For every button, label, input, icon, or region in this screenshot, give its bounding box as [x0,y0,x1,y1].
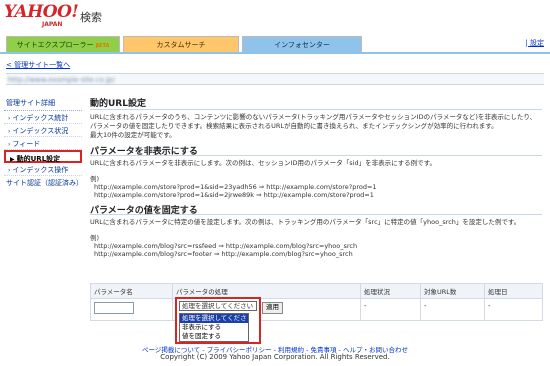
section-fix-desc: URLに含まれるパラメータに特定の値を設定します。次の例は、トラッキング用のパラ… [90,218,521,226]
apply-button[interactable]: 適用 [262,302,283,314]
limit-note: 最大10件の設定が可能です。 [90,131,176,139]
sidebar-site-auth[interactable]: サイト認証（認証済み） [4,176,83,190]
sidebar: 管理サイト詳細 › インデックス統計 › インデックス状況 › フィード ▶ 動的URL… [4,96,83,190]
header-divider [0,52,550,54]
sidebar-item-feed[interactable]: › フィード [4,137,82,150]
col-param-name: パラメータ名 [90,283,173,299]
site-url: http://www.example-site.co.jp/ [8,76,115,84]
back-to-site-list-link[interactable]: < 管理サイト一覧へ [6,60,70,70]
logo-sub-text: JAPAN [42,21,63,28]
table-header-row: パラメータ名 パラメータの処理 処理状況 対象URL数 処理日 [90,283,543,299]
date-cell: - [484,298,543,321]
sidebar-item-dynamic-url[interactable]: ▶ 動的URL設定 [4,150,82,163]
tab-label: カスタムサーチ [156,41,206,49]
option-fix-value[interactable]: 値を固定する [180,332,248,341]
sidebar-item-index-stats[interactable]: › インデックス統計 [4,111,82,124]
tab-label: サイトエクスプローラー [16,41,94,49]
arrow-right-icon: › [8,167,11,174]
dropdown-current-value[interactable]: 処理を選択してください [179,301,257,311]
service-tabs: サイトエクスプローラー βETA カスタムサーチ インフォセンター [6,36,365,52]
sidebar-item-index-status[interactable]: › インデックス状況 [4,124,82,137]
service-name: 検索 [80,11,102,24]
arrow-right-icon: › [8,128,11,135]
param-name-input[interactable] [94,302,134,314]
col-status: 処理状況 [360,283,421,299]
example-label: 例) [90,234,100,242]
arrow-right-icon: › [8,115,11,122]
example-label: 例) [90,175,100,183]
url-count-cell: - [420,298,485,321]
section-hide-heading: パラメータを非表示にする [90,144,542,157]
tab-info-center[interactable]: インフォセンター [242,36,362,52]
site-url-bar: http://www.example-site.co.jp/ [6,73,544,85]
option-hide[interactable]: 非表示にする [180,323,248,332]
action-dropdown-open: 処理を選択してください 処理を選択してください 非表示にする 値を固定する [175,297,261,344]
dropdown-options: 処理を選択してください 非表示にする 値を固定する [179,313,249,342]
main-content: 動的URL設定 URLに含まれるパラメータのうち、コンテンツに影響のないパラメー… [90,96,542,258]
example-line: http://example.com/blog?src=rssfeed ⇒ ht… [94,242,358,250]
tab-site-explorer[interactable]: サイトエクスプローラー βETA [6,36,120,52]
option-select-prompt[interactable]: 処理を選択してください [180,314,248,331]
status-cell: - [360,298,421,321]
logo-text: YAHOO! [4,2,79,22]
arrow-right-icon: ▶ [10,156,15,163]
table-row: 処理を選択してください ▼ 適用 - - - [90,298,543,321]
settings-link[interactable]: | 設定 [525,38,544,48]
example-line: http://example.com/blog?src=footer ⇒ htt… [94,250,353,258]
example-line: http://example.com/store?prod=1&sid=2jrw… [94,191,374,199]
sidebar-heading[interactable]: 管理サイト詳細 [4,96,82,111]
sidebar-item-index-operation[interactable]: › インデックス操作 [4,163,82,176]
tab-custom-search[interactable]: カスタムサーチ [123,36,239,52]
arrow-right-icon: › [8,141,11,148]
yahoo-japan-logo[interactable]: YAHOO! JAPAN [4,2,79,36]
section-hide-desc: URLに含まれるパラメータを非表示にします。次の例は、セッションID用のパラメー… [90,159,437,167]
col-date: 処理日 [484,283,543,299]
copyright: Copyright (C) 2009 Yahoo Japan Corporati… [160,353,390,361]
page-title: 動的URL設定 [90,96,542,110]
example-line: http://example.com/store?prod=1&sid=23ya… [94,183,377,191]
param-name-cell [90,298,173,321]
parameter-table: パラメータ名 パラメータの処理 処理状況 対象URL数 処理日 処理を選択してく… [90,283,543,321]
beta-badge: βETA [95,43,110,49]
section-fix-heading: パラメータの値を固定する [90,203,542,216]
intro-text: URLに含まれるパラメータのうち、コンテンツに影響のないパラメータ(トラッキング… [90,113,537,130]
col-url-count: 対象URL数 [420,283,485,299]
tab-label: インフォセンター [274,41,330,49]
